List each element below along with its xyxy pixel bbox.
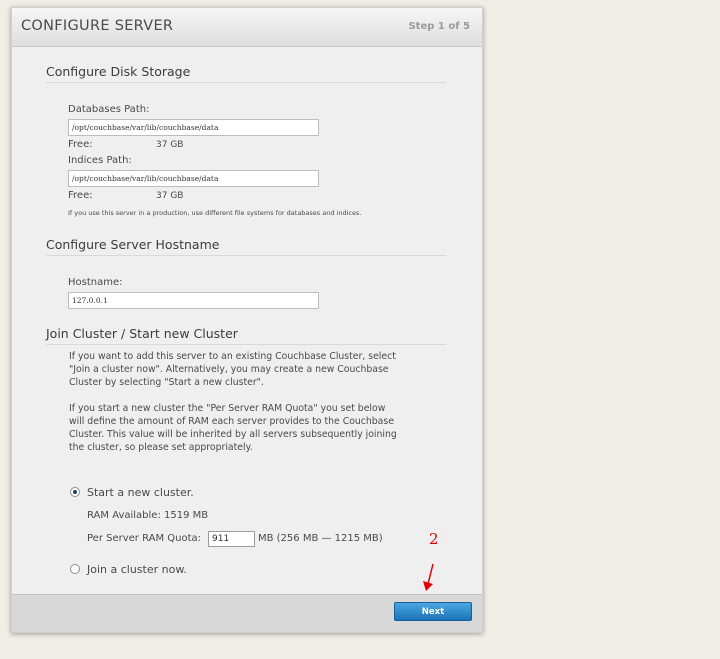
hostname-title: Configure Server Hostname	[46, 237, 446, 256]
dialog-title: CONFIGURE SERVER	[21, 18, 174, 34]
indices-free-value: 37 GB	[156, 191, 184, 201]
dialog-header: CONFIGURE SERVER Step 1 of 5	[12, 8, 482, 47]
ram-available-text: RAM Available: 1519 MB	[87, 510, 209, 521]
next-button[interactable]: Next	[394, 602, 472, 621]
disk-note: If you use this server in a production, …	[68, 209, 362, 217]
cluster-intro-text: If you want to add this server to an exi…	[69, 351, 396, 388]
ram-quota-range: MB (256 MB — 1215 MB)	[258, 533, 383, 544]
ram-quota-label: Per Server RAM Quota:	[87, 533, 202, 544]
indices-path-input[interactable]	[68, 170, 319, 187]
indices-path-label: Indices Path:	[68, 155, 132, 166]
hostname-label: Hostname:	[68, 277, 123, 288]
annotation-arrow-icon	[423, 563, 434, 591]
annotation-number: 2	[429, 530, 439, 548]
indices-free-label: Free:	[68, 190, 93, 201]
start-new-cluster-radio[interactable]	[70, 487, 80, 497]
hostname-input[interactable]	[68, 292, 319, 309]
ram-quota-input[interactable]	[208, 531, 255, 547]
disk-storage-title: Configure Disk Storage	[46, 64, 446, 83]
databases-path-label: Databases Path:	[68, 104, 150, 115]
databases-free-label: Free:	[68, 139, 93, 150]
step-indicator: Step 1 of 5	[408, 21, 470, 32]
start-new-cluster-label[interactable]: Start a new cluster.	[87, 486, 194, 499]
databases-path-input[interactable]	[68, 119, 319, 136]
cluster-title: Join Cluster / Start new Cluster	[46, 326, 446, 345]
databases-free-value: 37 GB	[156, 140, 184, 150]
join-cluster-label[interactable]: Join a cluster now.	[87, 563, 187, 576]
dialog-footer: Next	[12, 594, 482, 632]
join-cluster-radio[interactable]	[70, 564, 80, 574]
configure-server-dialog: CONFIGURE SERVER Step 1 of 5 Configure D…	[11, 7, 483, 633]
ram-quota-explanation: If you start a new cluster the "Per Serv…	[69, 403, 397, 453]
